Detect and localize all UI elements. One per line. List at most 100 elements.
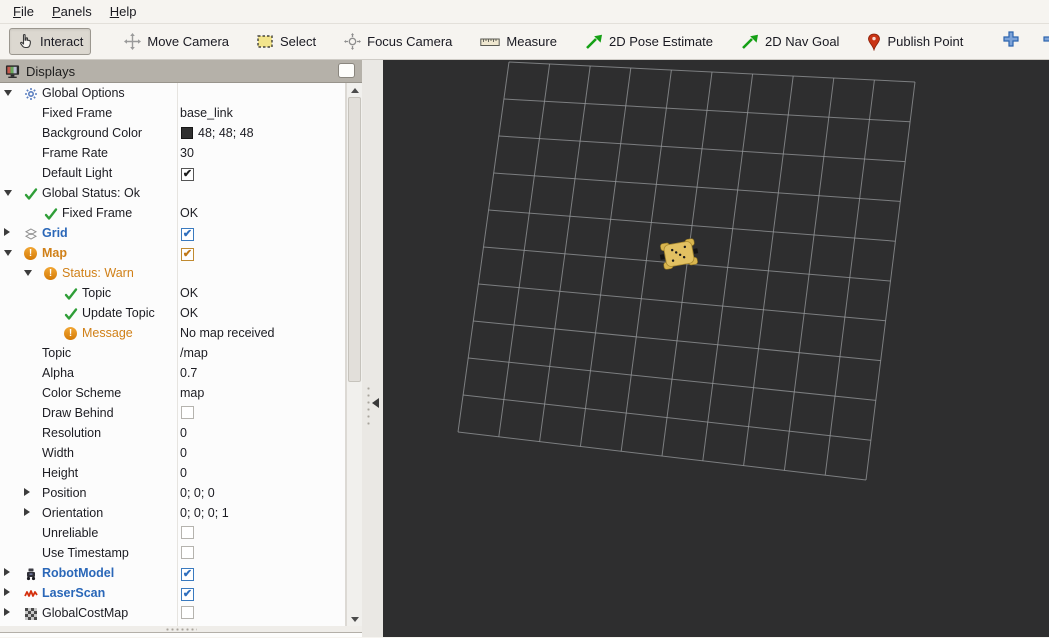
checkbox-checked[interactable]: ✔	[181, 588, 194, 601]
tree-row-height[interactable]: Height 0	[0, 463, 345, 483]
expander-closed-icon[interactable]	[4, 568, 10, 576]
displays-tree: Global Options Fixed Frame base_link Backgr…	[0, 83, 346, 626]
tree-row-use-timestamp[interactable]: Use Timestamp	[0, 543, 345, 563]
property-label: Height	[42, 466, 79, 480]
panel-float-button[interactable]	[338, 63, 355, 78]
expander-closed-icon[interactable]	[4, 588, 10, 596]
tree-row-draw-behind[interactable]: Draw Behind	[0, 403, 345, 423]
checkbox-checked[interactable]: ✔	[181, 228, 194, 241]
tree-row-grid[interactable]: Grid ✔	[0, 223, 345, 243]
tree-row-fixed-frame[interactable]: Fixed Frame base_link	[0, 103, 345, 123]
tree-row-alpha[interactable]: Alpha 0.7	[0, 363, 345, 383]
tool-select[interactable]: Select	[250, 30, 323, 53]
collapse-panel-icon[interactable]	[372, 398, 379, 408]
tool-2d-pose-estimate[interactable]: 2D Pose Estimate	[578, 30, 720, 54]
tool-2d-nav-goal[interactable]: 2D Nav Goal	[734, 30, 846, 54]
expander-open-icon[interactable]	[4, 190, 12, 196]
tree-row-position[interactable]: Position 0; 0; 0	[0, 483, 345, 503]
tree-row-topic[interactable]: Topic OK	[0, 283, 345, 303]
lower-panel-stub	[0, 632, 362, 637]
scroll-down-button[interactable]	[347, 612, 363, 626]
value-text: 0	[180, 426, 187, 440]
property-label: GlobalCostMap	[42, 606, 129, 620]
tool-measure[interactable]: Measure	[473, 30, 564, 53]
value-text: base_link	[180, 106, 233, 120]
warn-icon: !	[23, 246, 38, 261]
pin-icon	[867, 33, 881, 51]
tree-row-status-warn[interactable]: ! Status: Warn	[0, 263, 345, 283]
warn-icon: !	[43, 266, 58, 281]
checkbox-unchecked[interactable]	[181, 526, 194, 539]
checkbox-checked[interactable]: ✔	[181, 168, 194, 181]
tree-row-message[interactable]: ! Message No map received	[0, 323, 345, 343]
vertical-scrollbar[interactable]	[346, 83, 362, 626]
remove-tool-button[interactable]	[1036, 27, 1049, 56]
tree-row-background-color[interactable]: Background Color 48; 48; 48	[0, 123, 345, 143]
property-label: Map	[42, 246, 67, 260]
panel-splitter[interactable]	[362, 60, 383, 637]
checkbox-unchecked[interactable]	[181, 606, 194, 619]
expander-closed-icon[interactable]	[24, 488, 30, 496]
tree-row-global-status-ok[interactable]: Global Status: Ok	[0, 183, 345, 203]
checkbox-unchecked[interactable]	[181, 546, 194, 559]
property-value: 0.7	[180, 363, 344, 383]
arrow-down-icon	[351, 616, 359, 622]
tree-row-frame-rate[interactable]: Frame Rate 30	[0, 143, 345, 163]
tool-focus-camera[interactable]: Focus Camera	[337, 29, 459, 54]
tree-row-laserscan[interactable]: LaserScan ✔	[0, 583, 345, 603]
tree-row-topic[interactable]: Topic/map	[0, 343, 345, 363]
checkbox-unchecked[interactable]	[181, 406, 194, 419]
property-value: 30	[180, 143, 344, 163]
robot-icon	[23, 566, 38, 581]
menu-bar: File Panels Help	[0, 0, 1049, 24]
tree-row-fixed-frame[interactable]: Fixed Frame OK	[0, 203, 345, 223]
tree-row-update-topic[interactable]: Update Topic OK	[0, 303, 345, 323]
check-icon	[63, 306, 78, 321]
value-text: 0	[180, 466, 187, 480]
menu-panels[interactable]: Panels	[43, 1, 101, 22]
property-value: 48; 48; 48	[180, 123, 344, 143]
property-label: Global Options	[42, 86, 125, 100]
property-label: Fixed Frame	[42, 106, 113, 120]
checkbox-checked[interactable]: ✔	[181, 248, 194, 261]
tool-publish-point[interactable]: Publish Point	[860, 29, 970, 55]
value-text: 0	[180, 446, 187, 460]
menu-file[interactable]: File	[4, 1, 43, 22]
tree-row-default-light[interactable]: Default Light ✔	[0, 163, 345, 183]
tool-interact[interactable]: Interact	[9, 28, 92, 55]
add-tool-button[interactable]	[996, 27, 1026, 56]
tree-row-orientation[interactable]: Orientation 0; 0; 0; 1	[0, 503, 345, 523]
expander-closed-icon[interactable]	[4, 608, 10, 616]
tree-row-map[interactable]: ! Map ✔	[0, 243, 345, 263]
check-icon	[43, 206, 58, 221]
menu-help[interactable]: Help	[101, 1, 146, 22]
color-swatch[interactable]	[181, 127, 193, 139]
property-label: Draw Behind	[42, 406, 114, 420]
tree-row-color-scheme[interactable]: Color Scheme map	[0, 383, 345, 403]
tree-row-unreliable[interactable]: Unreliable	[0, 523, 345, 543]
property-label: Status: Warn	[62, 266, 134, 280]
tree-row-width[interactable]: Width 0	[0, 443, 345, 463]
expander-closed-icon[interactable]	[24, 508, 30, 516]
expander-open-icon[interactable]	[4, 250, 12, 256]
scrollbar-thumb[interactable]	[348, 97, 361, 382]
property-value: ✔	[180, 223, 344, 243]
tree-row-global-options[interactable]: Global Options	[0, 83, 345, 103]
checkbox-checked[interactable]: ✔	[181, 568, 194, 581]
expander-open-icon[interactable]	[4, 90, 12, 96]
property-value: ✔	[180, 563, 344, 583]
property-label: Update Topic	[82, 306, 155, 320]
tree-row-globalcostmap[interactable]: GlobalCostMap	[0, 603, 345, 623]
3d-viewport[interactable]	[383, 60, 1049, 637]
arrow-up-icon	[351, 87, 359, 93]
value-text: map	[180, 386, 205, 400]
expander-open-icon[interactable]	[24, 270, 32, 276]
expander-closed-icon[interactable]	[4, 228, 10, 236]
tree-row-resolution[interactable]: Resolution 0	[0, 423, 345, 443]
tool-move-camera[interactable]: Move Camera	[117, 29, 236, 54]
move-camera-icon	[124, 33, 142, 50]
property-value: 0	[180, 463, 344, 483]
plus-icon	[1002, 30, 1020, 53]
scroll-up-button[interactable]	[347, 83, 363, 97]
tree-row-robotmodel[interactable]: RobotModel ✔	[0, 563, 345, 583]
